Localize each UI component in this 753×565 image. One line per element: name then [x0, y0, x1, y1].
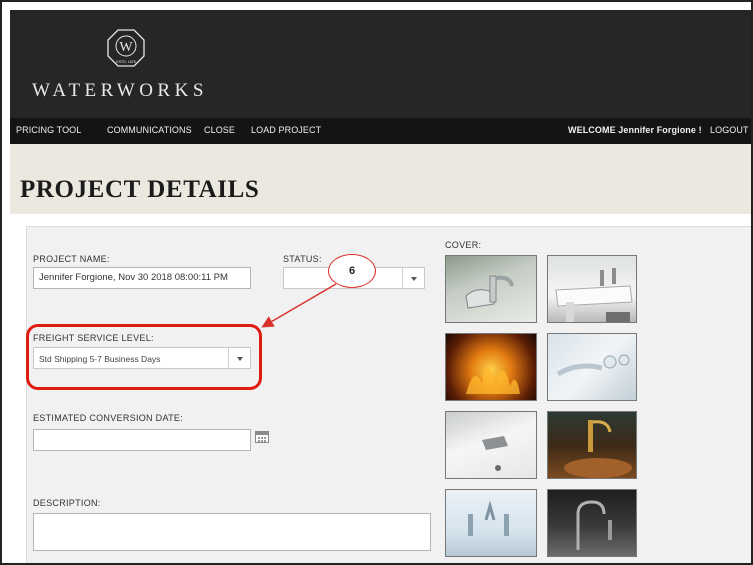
- step-callout: 6: [328, 254, 376, 288]
- annotation-arrow: [261, 283, 337, 328]
- step-number: 6: [348, 265, 356, 277]
- app-window: W ESTD. 1876 WATERWORKS PRICING TOOL COM…: [0, 0, 753, 565]
